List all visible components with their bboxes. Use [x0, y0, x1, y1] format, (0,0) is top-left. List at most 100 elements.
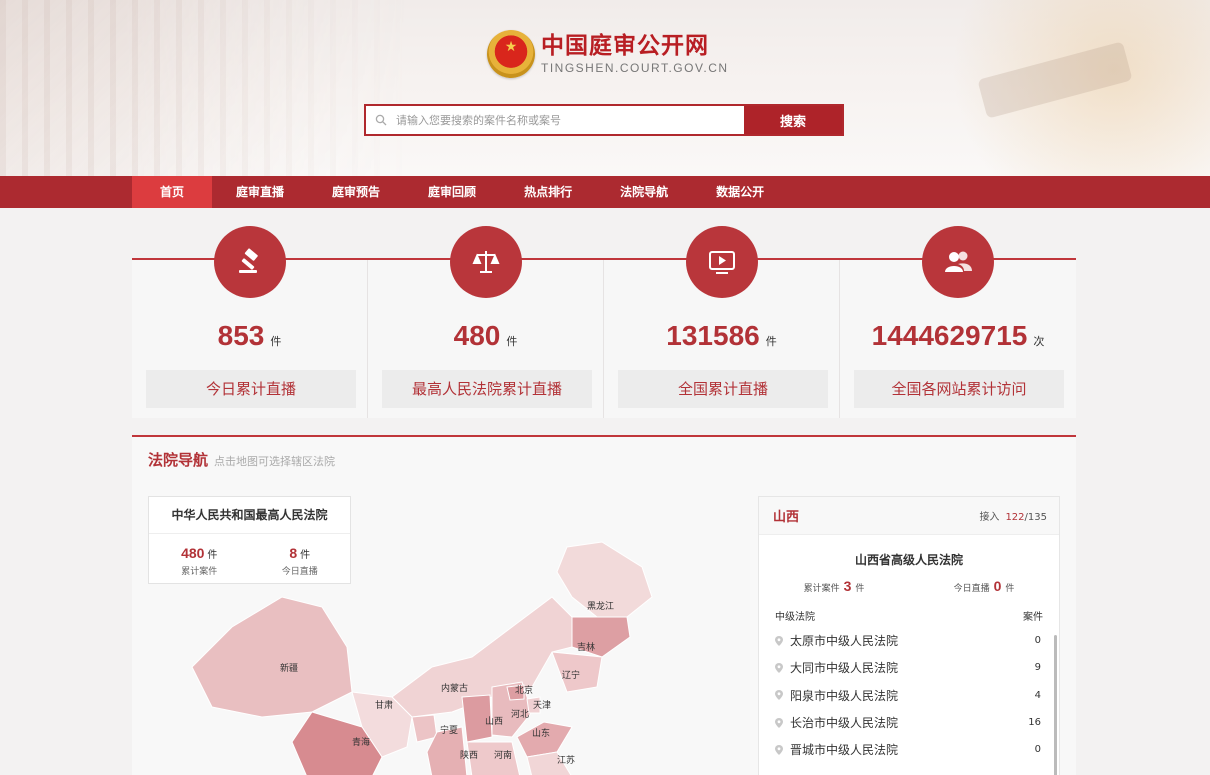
search-bar: 搜索 [364, 104, 844, 136]
connected-label: 接入 [979, 512, 1000, 523]
map-label: 青海 [352, 736, 370, 748]
map-region-ningxia[interactable] [411, 714, 438, 743]
map-label: 山东 [532, 727, 550, 739]
nav-item-home[interactable]: 首页 [132, 176, 213, 208]
site-domain: TINGSHEN.COURT.GOV.CN [541, 61, 729, 75]
list-item[interactable]: 晋城市中级人民法院 0 [759, 736, 1059, 763]
supreme-court-name[interactable]: 中华人民共和国最高人民法院 [149, 497, 350, 534]
court-count: 16 [1028, 717, 1041, 729]
court-name: 阳泉市中级人民法院 [790, 688, 899, 703]
connected-value: 122 [1005, 512, 1025, 523]
map-label: 内蒙古 [441, 682, 468, 694]
map-label: 辽宁 [562, 669, 580, 681]
connected-count: 接入 122/135 [979, 508, 1047, 523]
stat-unit: 次 [1033, 335, 1045, 348]
stats-panel: 853 件 今日累计直播 480 件 最高人民法院累计直播 131586 件 全国累计… [132, 226, 1076, 418]
stat-unit: 件 [1005, 584, 1015, 594]
map-label: 山西 [485, 716, 503, 727]
location-pin-icon [775, 717, 783, 728]
location-pin-icon [775, 744, 783, 755]
stat-value: 1444629715 [871, 320, 1028, 351]
stat-value: 131586 [666, 320, 760, 351]
court-count: 0 [1034, 744, 1041, 756]
section-title: 法院导航 [148, 451, 209, 469]
search-input[interactable] [396, 106, 744, 134]
connected-total: /135 [1024, 512, 1047, 523]
china-map[interactable]: 黑龙江 吉林 辽宁 新疆 内蒙古 北京 天津 甘肃 河北 宁夏 山西 山东 青海… [172, 537, 692, 775]
location-pin-icon [775, 662, 783, 673]
gavel-icon [214, 226, 286, 298]
court-name: 太原市中级人民法院 [790, 634, 899, 649]
national-emblem-icon [487, 30, 535, 78]
stat-label[interactable]: 全国各网站累计访问 [854, 370, 1064, 408]
stat-label[interactable]: 今日累计直播 [146, 370, 356, 408]
nav-item-court-nav[interactable]: 法院导航 [596, 176, 692, 208]
stat-unit: 件 [506, 335, 518, 348]
map-label: 江苏 [557, 754, 575, 766]
mid-court-header: 中级法院 [775, 612, 815, 623]
court-count: 4 [1034, 689, 1041, 701]
court-count: 9 [1034, 662, 1041, 674]
section-hint: 点击地图可选择辖区法院 [214, 455, 336, 468]
map-label: 吉林 [577, 641, 595, 653]
list-scrollbar[interactable] [1054, 635, 1057, 775]
nav-item-open-data[interactable]: 数据公开 [692, 176, 788, 208]
stat-national-visits: 1444629715 次 全国各网站累计访问 [840, 226, 1076, 418]
map-label: 甘肃 [375, 699, 393, 711]
building-background [0, 0, 420, 176]
map-label: 北京 [515, 684, 533, 696]
search-button[interactable]: 搜索 [744, 106, 842, 134]
stat-unit: 件 [765, 335, 777, 348]
stat-label[interactable]: 最高人民法院累计直播 [382, 370, 592, 408]
stat-unit: 件 [270, 335, 282, 348]
province-card: 山西 接入 122/135 山西省高级人民法院 累计案件 3 件 今日直播 0 件 中级法… [758, 496, 1060, 775]
stat-today-live: 853 件 今日累计直播 [132, 226, 368, 418]
users-icon [922, 226, 994, 298]
nav-item-review[interactable]: 庭审回顾 [404, 176, 500, 208]
map-label: 天津 [533, 700, 551, 711]
court-name: 大同市中级人民法院 [790, 661, 899, 676]
high-court-today: 今日直播 0 件 [909, 578, 1059, 594]
play-icon [686, 226, 758, 298]
site-logo[interactable]: 中国庭审公开网 TINGSHEN.COURT.GOV.CN [487, 30, 729, 78]
stat-national-live: 131586 件 全国累计直播 [604, 226, 840, 418]
map-region-shandong[interactable] [516, 721, 573, 758]
gavel-background [890, 0, 1210, 176]
stat-label: 今日直播 [953, 584, 990, 594]
list-item[interactable]: 大同市中级人民法院 9 [759, 654, 1059, 681]
stat-value: 480 [453, 320, 501, 351]
nav-item-live[interactable]: 庭审直播 [212, 176, 308, 208]
list-item[interactable]: 长治市中级人民法院 16 [759, 709, 1059, 736]
main-nav: 首页 庭审直播 庭审预告 庭审回顾 热点排行 法院导航 数据公开 [0, 176, 1210, 208]
high-court-total: 累计案件 3 件 [759, 578, 909, 594]
stat-supreme-live: 480 件 最高人民法院累计直播 [368, 226, 604, 418]
scales-icon [450, 226, 522, 298]
court-name: 晋城市中级人民法院 [790, 743, 899, 758]
search-icon [366, 106, 396, 134]
court-navigation-panel: 法院导航 点击地图可选择辖区法院 中华人民共和国最高人民法院 480 件 累计案件… [132, 435, 1076, 775]
high-court-name[interactable]: 山西省高级人民法院 [759, 551, 1059, 568]
province-name: 山西 [773, 510, 800, 525]
stat-unit: 件 [855, 584, 865, 594]
stat-value: 3 [843, 578, 852, 594]
court-list: 太原市中级人民法院 0 大同市中级人民法院 9 阳泉市中级人民法院 4 长治市中… [759, 627, 1059, 763]
map-label: 新疆 [280, 662, 298, 674]
site-title: 中国庭审公开网 [541, 33, 709, 59]
location-pin-icon [775, 690, 783, 701]
court-name: 长治市中级人民法院 [790, 716, 899, 731]
stat-value: 853 [217, 320, 265, 351]
stat-value: 0 [993, 578, 1002, 594]
cases-header: 案件 [1023, 612, 1043, 623]
map-label: 宁夏 [440, 724, 458, 736]
list-item[interactable]: 阳泉市中级人民法院 4 [759, 682, 1059, 709]
stat-label: 累计案件 [803, 584, 840, 594]
nav-item-preview[interactable]: 庭审预告 [308, 176, 404, 208]
nav-item-ranking[interactable]: 热点排行 [500, 176, 596, 208]
location-pin-icon [775, 635, 783, 646]
site-header: 中国庭审公开网 TINGSHEN.COURT.GOV.CN 搜索 [0, 0, 1210, 176]
map-label: 黑龙江 [587, 600, 614, 612]
map-region-xinjiang[interactable] [191, 596, 353, 718]
stat-label[interactable]: 全国累计直播 [618, 370, 828, 408]
list-item[interactable]: 太原市中级人民法院 0 [759, 627, 1059, 654]
court-count: 0 [1034, 635, 1041, 647]
